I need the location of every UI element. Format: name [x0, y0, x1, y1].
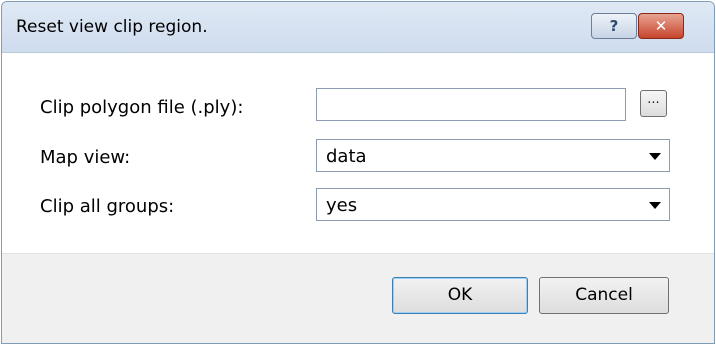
clip-groups-value: yes [326, 195, 358, 216]
map-view-label: Map view: [40, 147, 131, 168]
title-bar[interactable]: Reset view clip region. ? ✕ [2, 2, 714, 53]
dialog-title: Reset view clip region. [16, 17, 208, 37]
help-button[interactable]: ? [591, 13, 637, 39]
clip-file-input[interactable] [316, 88, 626, 121]
cancel-button[interactable]: Cancel [539, 277, 669, 314]
reset-view-clip-dialog: Reset view clip region. ? ✕ Clip polygon… [1, 1, 715, 344]
clip-file-label: Clip polygon file (.ply): [40, 97, 244, 118]
browse-button[interactable]: ... [640, 90, 667, 117]
map-view-select[interactable]: data [316, 139, 670, 172]
close-icon: ✕ [654, 17, 668, 35]
help-icon: ? [609, 17, 619, 35]
ok-button[interactable]: OK [392, 277, 528, 314]
dropdown-arrow-icon [649, 153, 661, 160]
clip-groups-select[interactable]: yes [316, 188, 670, 221]
ellipsis-icon: ... [647, 92, 660, 107]
close-button[interactable]: ✕ [638, 13, 684, 39]
map-view-value: data [326, 146, 367, 167]
dropdown-arrow-icon [649, 202, 661, 209]
clip-groups-label: Clip all groups: [40, 196, 175, 217]
